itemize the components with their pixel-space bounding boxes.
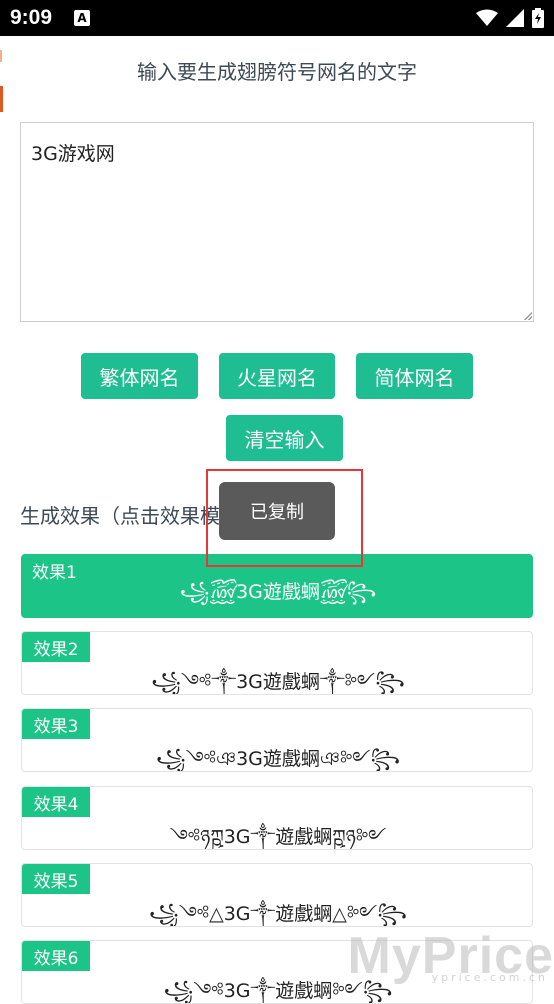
effect-label: 效果5 — [22, 864, 90, 894]
effect-card-2[interactable]: 效果2 ꧁༺༒3G遊戲蛧༒༻꧂ — [21, 631, 533, 695]
simplified-name-button[interactable]: 简体网名 — [356, 353, 473, 399]
app-notification-icon: A — [74, 10, 90, 26]
status-bar: 9:09 A — [0, 0, 554, 36]
effect-text: ༺ཉཀྵ3G༒遊戲蛧ཀྵཉ༻ — [22, 815, 533, 850]
traditional-name-button[interactable]: 繁体网名 — [81, 353, 198, 399]
effect-text: ꧁༺༒3G遊戲蛧༒༻꧂ — [22, 660, 533, 695]
martian-name-button[interactable]: 火星网名 — [219, 353, 335, 399]
effect-label: 效果6 — [22, 941, 90, 971]
edge-mark — [0, 86, 3, 112]
clear-input-button[interactable]: 清空输入 — [226, 415, 343, 461]
battery-icon — [532, 8, 544, 28]
annotation-highlight-box — [206, 469, 363, 567]
input-prompt-label: 输入要生成翅膀符号网名的文字 — [0, 56, 554, 85]
effect-text: ꧁༺△3G༒遊戲蛧△༻꧂ — [22, 892, 533, 927]
wifi-icon — [476, 9, 498, 27]
effect-label: 效果4 — [22, 787, 90, 817]
status-time: 9:09 — [10, 6, 52, 30]
status-icons — [476, 8, 544, 28]
effect-card-5[interactable]: 效果5 ꧁༺△3G༒遊戲蛧△༻꧂ — [21, 863, 533, 927]
watermark-sub: yprice.com.cn — [432, 971, 548, 984]
effect-label: 效果2 — [22, 632, 90, 662]
effect-text: ꧁꫞3G遊戲蛧꫞꧂ — [22, 573, 533, 616]
effect-label: 效果3 — [22, 709, 90, 739]
name-text-input[interactable]: 3G游戏网 — [20, 122, 534, 322]
effect-card-3[interactable]: 效果3 ꧁༺ঞ3G遊戲蛧ঞ༻꧂ — [21, 708, 533, 772]
effect-text: ꧁༺ঞ3G遊戲蛧ঞ༻꧂ — [22, 737, 533, 772]
effect-card-4[interactable]: 效果4 ༺ཉཀྵ3G༒遊戲蛧ཀྵཉ༻ — [21, 786, 533, 850]
signal-icon — [506, 9, 524, 27]
